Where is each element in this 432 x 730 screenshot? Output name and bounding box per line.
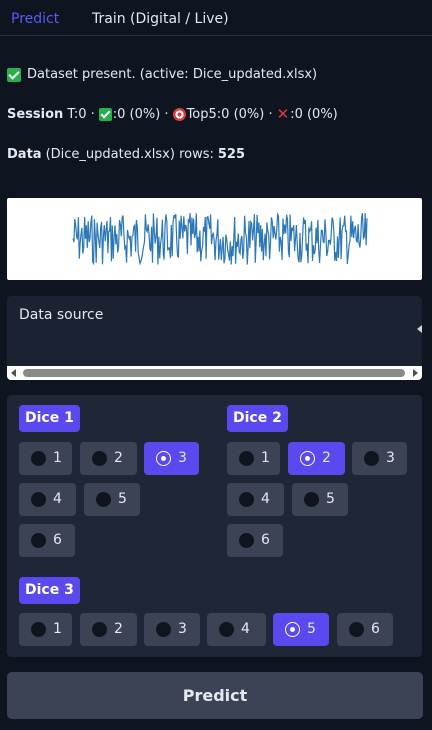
session-stats: Session T:0 · :0 (0%) · Top5:0 (0%) · ✕ … (7, 105, 338, 123)
dice-2-option-3[interactable]: 3 (352, 442, 407, 475)
radio-icon (239, 492, 254, 507)
radio-icon (219, 622, 234, 637)
radio-icon (31, 492, 46, 507)
dice-2-option-1[interactable]: 1 (227, 442, 280, 475)
dice-2-option-2[interactable]: 2 (288, 442, 345, 475)
data-label: Data (7, 147, 42, 162)
cross-icon: ✕ (276, 105, 290, 123)
tab-train[interactable]: Train (Digital / Live) (92, 11, 229, 27)
radio-icon (96, 492, 111, 507)
tab-bar: Predict Train (Digital / Live) (0, 0, 432, 36)
radio-icon (239, 451, 254, 466)
radio-icon (156, 622, 171, 637)
dice-3-option-1[interactable]: 1 (19, 613, 72, 646)
dice-1-option-1[interactable]: 1 (19, 442, 72, 475)
radio-icon (92, 451, 107, 466)
tab-predict[interactable]: Predict (11, 11, 59, 27)
dice-3-option-4[interactable]: 4 (207, 613, 266, 646)
dice-3-option-6[interactable]: 6 (337, 613, 393, 646)
data-source-panel[interactable]: Data source (7, 296, 422, 380)
dice-1-option-5[interactable]: 5 (84, 483, 140, 516)
dice-1-option-2[interactable]: 2 (80, 442, 137, 475)
sparkline-svg (72, 212, 368, 266)
dice-1-label: Dice 1 (19, 405, 80, 432)
dice-2-label: Dice 2 (227, 405, 288, 432)
caret-left-icon[interactable] (417, 325, 422, 333)
session-correct: :0 (0%) · (112, 107, 169, 122)
check-icon (7, 67, 21, 82)
data-file: (Dice_updated.xlsx) rows: (45, 147, 214, 162)
dice-1-option-4[interactable]: 4 (19, 483, 76, 516)
target-icon (172, 108, 186, 121)
dice-3-option-2[interactable]: 2 (80, 613, 137, 646)
horizontal-scrollbar[interactable] (7, 366, 422, 380)
data-source-label: Data source (19, 307, 104, 323)
session-total: T:0 · (67, 107, 95, 122)
sparkline-series (72, 212, 368, 266)
dataset-status: Dataset present. (active: Dice_updated.x… (7, 67, 317, 82)
scroll-left-icon[interactable] (11, 369, 16, 377)
scroll-right-icon[interactable] (413, 369, 418, 377)
radio-selected-icon (300, 451, 315, 466)
session-label: Session (7, 107, 64, 122)
dice-selector-panel: Dice 1 1 2 3 4 5 6 Dice 2 1 2 3 4 5 6 Di… (7, 395, 422, 657)
dice-2-option-5[interactable]: 5 (292, 483, 348, 516)
radio-icon (31, 533, 46, 548)
radio-icon (304, 492, 319, 507)
dice-3-option-3[interactable]: 3 (144, 613, 200, 646)
dataset-status-text: Dataset present. (active: Dice_updated.x… (27, 67, 318, 82)
scrollbar-thumb[interactable] (23, 369, 405, 377)
dice-3-label: Dice 3 (19, 577, 80, 604)
dice-2-option-4[interactable]: 4 (227, 483, 284, 516)
radio-icon (92, 622, 107, 637)
dice-3-option-5[interactable]: 5 (273, 613, 329, 646)
correct-check-icon (98, 108, 112, 121)
dice-2-option-6[interactable]: 6 (227, 524, 283, 557)
radio-selected-icon (156, 451, 171, 466)
dice-1-option-3[interactable]: 3 (144, 442, 199, 475)
dice-1-option-6[interactable]: 6 (19, 524, 75, 557)
data-info: Data (Dice_updated.xlsx) rows: 525 (7, 147, 245, 162)
predict-button[interactable]: Predict (7, 672, 423, 719)
sparkline-chart (7, 198, 422, 280)
radio-icon (364, 451, 379, 466)
radio-icon (31, 451, 46, 466)
session-wrong: :0 (0%) (290, 107, 338, 122)
radio-icon (239, 533, 254, 548)
radio-icon (31, 622, 46, 637)
radio-icon (349, 622, 364, 637)
session-top5: Top5:0 (0%) · (186, 107, 273, 122)
data-rows: 525 (217, 147, 246, 162)
radio-selected-icon (285, 622, 300, 637)
